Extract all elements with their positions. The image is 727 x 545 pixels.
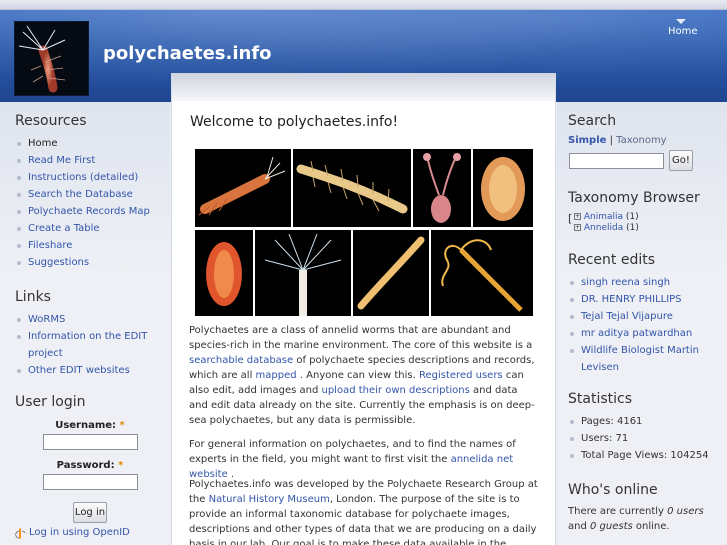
search-block: Search Simple | Taxonomy Go! bbox=[568, 113, 723, 172]
polychaete-photo[interactable] bbox=[413, 149, 471, 227]
site-logo[interactable] bbox=[14, 21, 89, 96]
tab-simple[interactable]: Simple bbox=[568, 135, 606, 146]
menu-item-fileshare[interactable]: Fileshare bbox=[15, 237, 165, 254]
whos-online-title: Who's online bbox=[568, 482, 658, 498]
menu-item-read-me-first[interactable]: Read Me First bbox=[15, 152, 165, 169]
recent-edit-item[interactable]: singh reena singh bbox=[568, 274, 723, 291]
upload-descriptions-link[interactable]: upload their own descriptions bbox=[322, 385, 470, 396]
info-paragraph: For general information on polychaetes, … bbox=[189, 439, 516, 480]
expand-icon[interactable]: + bbox=[574, 224, 581, 231]
username-label: Username: * bbox=[55, 420, 125, 431]
active-tab-arrow-icon bbox=[676, 19, 686, 24]
search-go-button[interactable]: Go! bbox=[669, 150, 693, 171]
polychaete-photo[interactable] bbox=[473, 149, 533, 227]
mapped-link[interactable]: mapped bbox=[256, 370, 297, 381]
polychaete-photo[interactable] bbox=[255, 230, 351, 316]
resources-title: Resources bbox=[15, 113, 87, 129]
taxonomy-browser-title: Taxonomy Browser bbox=[568, 190, 700, 206]
taxonomy-tree: [ + Animalia (1) + Annelida (1) bbox=[568, 212, 723, 234]
search-title: Search bbox=[568, 113, 617, 129]
whos-online-block: Who's online There are currently 0 users… bbox=[568, 482, 723, 534]
required-marker: * bbox=[118, 460, 124, 471]
about-paragraph: Polychaetes.info was developed by the Po… bbox=[189, 479, 538, 545]
user-login-title: User login bbox=[15, 394, 86, 410]
page-title: Welcome to polychaetes.info! bbox=[190, 114, 399, 130]
link-worms[interactable]: WoRMS bbox=[15, 311, 165, 328]
polychaete-photo[interactable] bbox=[353, 230, 429, 316]
menu-item-suggestions[interactable]: Suggestions bbox=[15, 254, 165, 271]
menu-item-search-database[interactable]: Search the Database bbox=[15, 186, 165, 203]
recent-edit-item[interactable]: Wildlife Biologist Martin Levisen bbox=[568, 342, 723, 376]
menu-item-create-table[interactable]: Create a Table bbox=[15, 220, 165, 237]
polychaete-photo[interactable] bbox=[195, 149, 291, 227]
polychaete-image-gallery bbox=[195, 149, 533, 316]
openid-icon bbox=[15, 528, 26, 542]
password-label: Password: * bbox=[56, 460, 124, 471]
stat-total-page-views: Total Page Views: 104254 bbox=[568, 447, 723, 464]
polychaete-photo[interactable] bbox=[195, 230, 253, 316]
recent-edits-block: Recent edits singh reena singh DR. HENRY… bbox=[568, 252, 723, 376]
recent-edit-item[interactable]: Tejal Tejal Vijapure bbox=[568, 308, 723, 325]
search-tabs: Simple | Taxonomy bbox=[568, 135, 667, 146]
statistics-list: Pages: 4161 Users: 71 Total Page Views: … bbox=[568, 413, 723, 464]
whos-online-text: There are currently 0 users and 0 guests… bbox=[568, 506, 704, 532]
stat-pages: Pages: 4161 bbox=[568, 413, 723, 430]
link-edit-project-info[interactable]: Information on the EDIT project bbox=[15, 328, 165, 362]
recent-edit-item[interactable]: DR. HENRY PHILLIPS bbox=[568, 291, 723, 308]
password-input[interactable] bbox=[42, 474, 138, 490]
expand-icon[interactable]: + bbox=[574, 213, 581, 220]
site-name[interactable]: polychaetes.info bbox=[103, 43, 272, 64]
link-other-edit-websites[interactable]: Other EDIT websites bbox=[15, 362, 165, 379]
top-bar bbox=[0, 0, 727, 10]
links-menu: WoRMS Information on the EDIT project Ot… bbox=[15, 311, 165, 379]
searchable-database-link[interactable]: searchable database bbox=[189, 355, 293, 366]
tree-node-annelida[interactable]: + Annelida (1) bbox=[574, 223, 723, 234]
tree-bracket-icon: [ bbox=[568, 212, 573, 225]
recent-edits-title: Recent edits bbox=[568, 252, 656, 268]
primary-nav-home[interactable]: Home bbox=[668, 26, 698, 37]
registered-users-link[interactable]: Registered users bbox=[419, 370, 503, 381]
required-marker: * bbox=[119, 420, 125, 431]
statistics-title: Statistics bbox=[568, 391, 632, 407]
statistics-block: Statistics Pages: 4161 Users: 71 Total P… bbox=[568, 391, 723, 464]
resources-block: Resources Home Read Me First Instruction… bbox=[15, 113, 165, 271]
menu-item-records-map[interactable]: Polychaete Records Map bbox=[15, 203, 165, 220]
taxonomy-browser-block: Taxonomy Browser [ + Animalia (1) + Anne… bbox=[568, 190, 723, 234]
polychaete-photo[interactable] bbox=[293, 149, 411, 227]
username-input[interactable] bbox=[42, 434, 138, 450]
menu-item-instructions[interactable]: Instructions (detailed) bbox=[15, 169, 165, 186]
tab-taxonomy[interactable]: Taxonomy bbox=[616, 135, 666, 146]
natural-history-museum-link[interactable]: Natural History Museum bbox=[209, 494, 330, 505]
main-content: Welcome to polychaetes.info! Polychaetes… bbox=[171, 73, 556, 545]
search-input[interactable] bbox=[569, 153, 664, 169]
login-button[interactable]: Log in bbox=[73, 502, 107, 523]
stat-users: Users: 71 bbox=[568, 430, 723, 447]
links-block: Links WoRMS Information on the EDIT proj… bbox=[15, 289, 165, 379]
tree-node-animalia[interactable]: + Animalia (1) bbox=[574, 212, 723, 223]
recent-edits-list: singh reena singh DR. HENRY PHILLIPS Tej… bbox=[568, 274, 723, 376]
intro-paragraph: Polychaetes are a class of annelid worms… bbox=[189, 325, 535, 426]
menu-item-home[interactable]: Home bbox=[15, 135, 165, 152]
user-login-block: User login Username: * Password: * Log i… bbox=[15, 394, 165, 539]
resources-menu: Home Read Me First Instructions (detaile… bbox=[15, 135, 165, 271]
right-sidebar: Search Simple | Taxonomy Go! Taxonomy Br… bbox=[557, 102, 727, 545]
left-sidebar: Resources Home Read Me First Instruction… bbox=[0, 102, 170, 545]
recent-edit-item[interactable]: mr aditya patwardhan bbox=[568, 325, 723, 342]
polychaete-photo[interactable] bbox=[431, 230, 533, 316]
links-title: Links bbox=[15, 289, 51, 305]
openid-login[interactable]: Log in using OpenID bbox=[15, 527, 165, 539]
